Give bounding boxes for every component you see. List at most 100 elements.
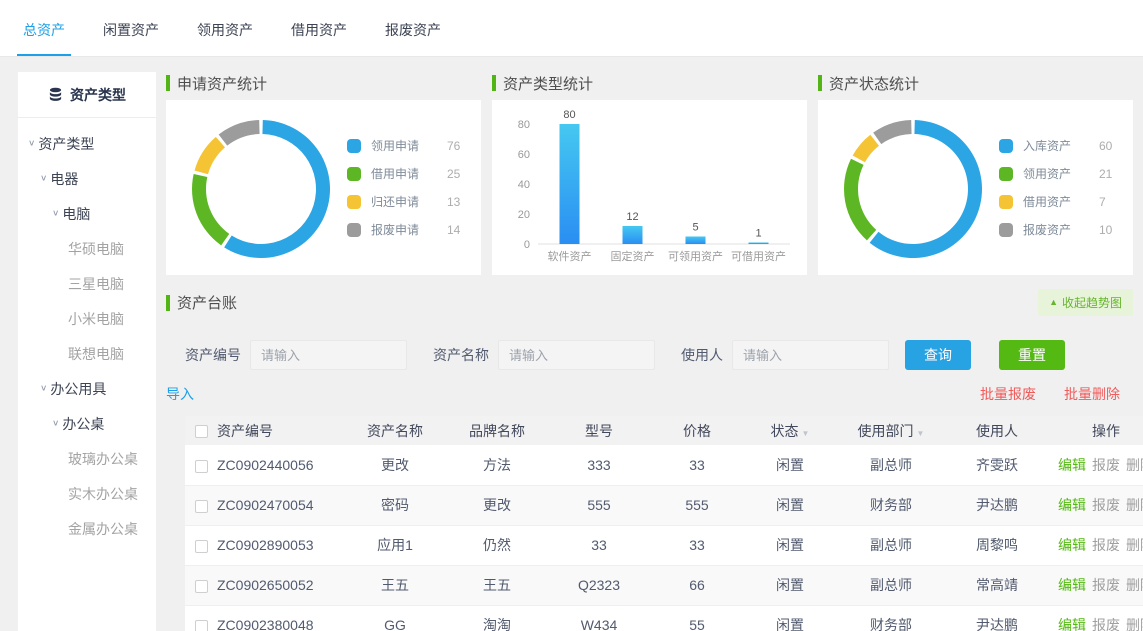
legend-color-chip [347,139,361,153]
donut-slice-3 [873,120,911,144]
tree-item-11[interactable]: 金属办公桌 [18,511,156,546]
select-all-checkbox[interactable] [195,425,208,438]
cell-code: ZC0902650052 [217,565,345,605]
delete-link[interactable]: 删除 [1126,457,1143,473]
row-checkbox[interactable] [195,540,208,553]
tree-item-label: 电脑 [62,204,90,224]
tree-item-3[interactable]: 华硕电脑 [18,231,156,266]
tree-item-7[interactable]: ∨办公用具 [18,371,156,406]
reset-button[interactable]: 重置 [999,340,1065,370]
cell-actions: 编辑报废删除 [1047,525,1143,565]
legend-label: 借用资产 [1023,193,1085,210]
asset-status-donut-card: 入库资产60领用资产21借用资产7报废资产10 [818,100,1133,275]
column-header-3: 型号 [549,416,649,445]
row-checkbox[interactable] [195,580,208,593]
tree-item-5[interactable]: 小米电脑 [18,301,156,336]
table-body: ZC0902440056更改方法33333闲置副总师齐雯跃编辑报废删除ZC090… [185,445,1143,631]
row-checkbox[interactable] [195,500,208,513]
tree-item-label: 小米电脑 [68,309,124,329]
asset-code-input[interactable] [250,340,407,370]
cell-price: 555 [649,485,745,525]
cell-actions: 编辑报废删除 [1047,605,1143,631]
cell-actions: 编辑报废删除 [1047,485,1143,525]
tree-item-0[interactable]: ∨资产类型 [18,126,156,161]
collapse-trend-button[interactable]: ▲ 收起趋势图 [1038,289,1133,316]
asset-name-input[interactable] [498,340,655,370]
y-tick-label: 0 [523,239,529,251]
cell-user: 齐雯跃 [947,445,1047,485]
main-panel: 申请资产统计 领用申请76借用申请25归还申请13报废申请14 资产类型统计 0… [156,72,1143,631]
cell-user: 尹达鹏 [947,605,1047,631]
column-label: 价格 [683,423,711,439]
tab-borrowed-assets[interactable]: 借用资产 [285,4,353,56]
tree-item-2[interactable]: ∨电脑 [18,196,156,231]
bar-1 [622,226,642,244]
column-header-0: 资产编号 [217,416,345,445]
cell-code: ZC0902380048 [217,605,345,631]
tree-item-10[interactable]: 实木办公桌 [18,476,156,511]
row-checkbox[interactable] [195,460,208,473]
y-tick-label: 60 [517,149,529,161]
bar-2 [685,236,705,244]
edit-link[interactable]: 编辑 [1058,497,1086,513]
delete-link[interactable]: 删除 [1126,617,1143,631]
cell-name: GG [345,605,445,631]
scrap-link[interactable]: 报废 [1092,577,1120,593]
cell-status: 闲置 [745,605,835,631]
asset-code-label: 资产编号 [185,345,241,365]
tab-received-assets[interactable]: 领用资产 [191,4,259,56]
tree-item-8[interactable]: ∨办公桌 [18,406,156,441]
delete-link[interactable]: 删除 [1126,537,1143,553]
legend-label: 领用资产 [1023,165,1085,182]
cell-status: 闲置 [745,525,835,565]
cell-model: Q2323 [549,565,649,605]
edit-link[interactable]: 编辑 [1058,457,1086,473]
filter-icon[interactable]: ▼ [802,429,810,438]
cell-name: 应用1 [345,525,445,565]
legend-item: 报废申请14 [347,221,460,238]
legend-color-chip [347,195,361,209]
legend-item: 领用申请76 [347,137,460,154]
scrap-link[interactable]: 报废 [1092,617,1120,631]
filter-icon[interactable]: ▼ [917,429,925,438]
edit-link[interactable]: 编辑 [1058,537,1086,553]
tree-item-9[interactable]: 玻璃办公桌 [18,441,156,476]
edit-link[interactable]: 编辑 [1058,577,1086,593]
scrap-link[interactable]: 报废 [1092,497,1120,513]
bar-3 [748,242,768,244]
chart-legend: 领用申请76借用申请25归还申请13报废申请14 [347,137,460,238]
tab-idle-assets[interactable]: 闲置资产 [97,4,165,56]
donut-chart [830,100,995,275]
x-category-label: 可领用资产 [668,249,723,263]
row-checkbox[interactable] [195,620,208,631]
asset-name-label: 资产名称 [433,345,489,365]
column-header-5: 状态▼ [745,416,835,445]
tree-item-6[interactable]: 联想电脑 [18,336,156,371]
chevron-down-icon: ∨ [40,384,47,393]
scrap-link[interactable]: 报废 [1092,457,1120,473]
user-input[interactable] [732,340,889,370]
filter-user: 使用人 [681,340,889,370]
y-tick-label: 20 [517,209,529,221]
batch-delete-link[interactable]: 批量删除 [1064,384,1120,404]
edit-link[interactable]: 编辑 [1058,617,1086,631]
tree-item-4[interactable]: 三星电脑 [18,266,156,301]
delete-link[interactable]: 删除 [1126,497,1143,513]
legend-label: 归还申请 [371,193,433,210]
cell-actions: 编辑报废删除 [1047,445,1143,485]
search-button[interactable]: 查询 [905,340,971,370]
cell-price: 55 [649,605,745,631]
delete-link[interactable]: 删除 [1126,577,1143,593]
import-link[interactable]: 导入 [166,384,194,404]
cell-model: 555 [549,485,649,525]
tab-scrapped-assets[interactable]: 报废资产 [379,4,447,56]
bar-0 [559,124,579,244]
batch-scrap-link[interactable]: 批量报废 [980,384,1036,404]
scrap-link[interactable]: 报废 [1092,537,1120,553]
donut-chart [178,100,343,275]
tree-item-1[interactable]: ∨电器 [18,161,156,196]
tab-total-assets[interactable]: 总资产 [17,4,71,56]
column-label: 使用部门 [858,423,914,439]
section-title-text: 申请资产统计 [177,73,267,94]
asset-table-wrap: 资产编号资产名称品牌名称型号价格状态▼使用部门▼使用人操作 ZC09024400… [185,416,1133,631]
